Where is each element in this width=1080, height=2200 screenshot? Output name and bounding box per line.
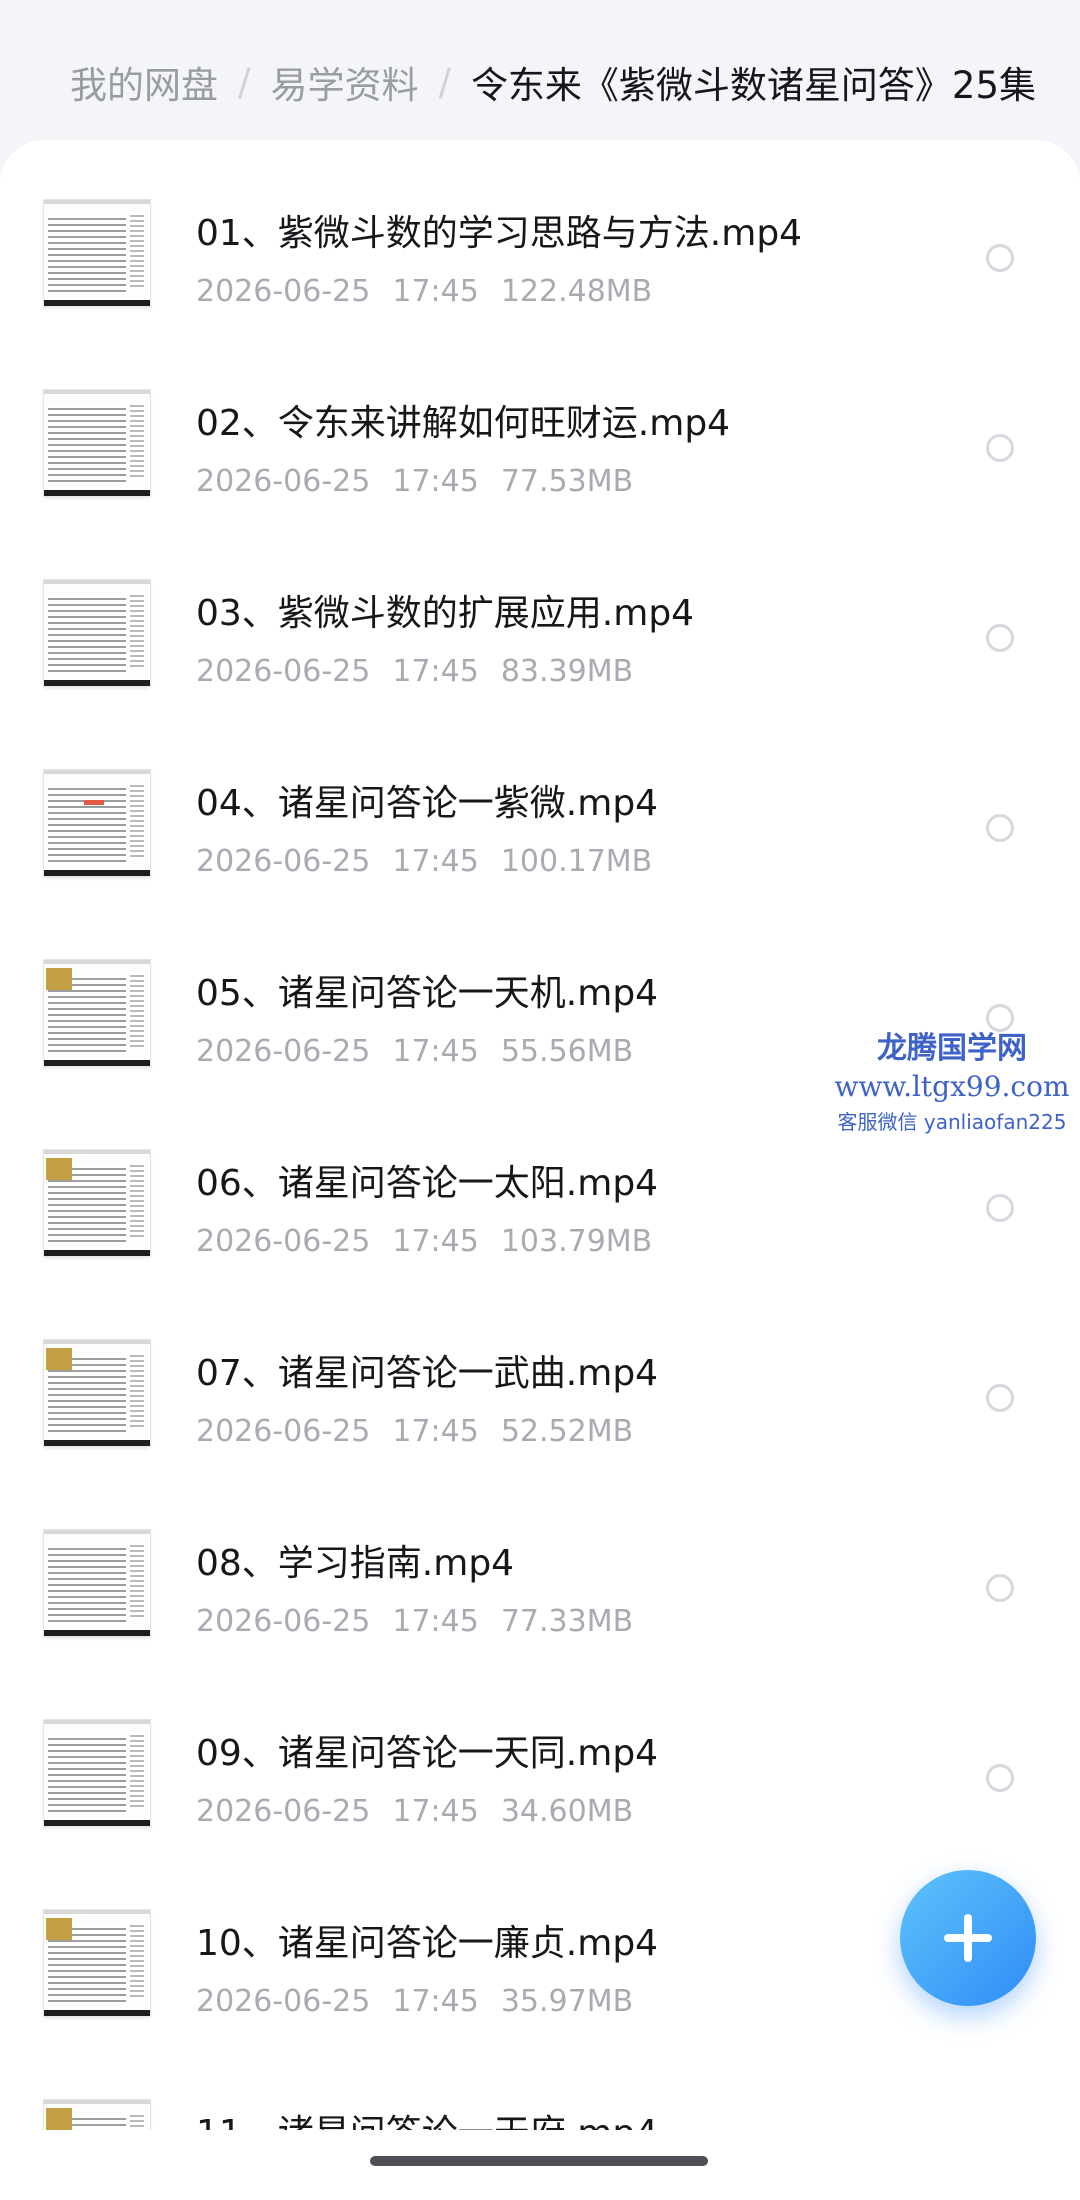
file-date: 2026-06-25 [196, 274, 371, 309]
file-time: 17:45 [392, 844, 479, 879]
file-date: 2026-06-25 [196, 1984, 371, 2019]
video-thumbnail [44, 390, 150, 496]
file-date: 2026-06-25 [196, 464, 371, 499]
video-thumbnail [44, 1340, 150, 1446]
breadcrumb-separator: / [438, 60, 451, 104]
file-time: 17:45 [392, 1034, 479, 1069]
file-name: 05、诸星问答论一天机.mp4 [196, 973, 659, 1014]
file-name: 11、诸星问答论一天府.mp4 [196, 2112, 658, 2130]
select-checkbox[interactable] [986, 244, 1014, 272]
file-size: 122.48MB [500, 274, 653, 309]
file-name: 07、诸星问答论一武曲.mp4 [196, 1353, 659, 1394]
file-time: 17:45 [392, 1794, 479, 1829]
file-size: 100.17MB [500, 844, 653, 879]
select-checkbox[interactable] [986, 624, 1014, 652]
file-date: 2026-06-25 [196, 1034, 371, 1069]
file-name: 08、学习指南.mp4 [196, 1543, 515, 1584]
file-meta: 2026-06-25 17:45 122.48MB [196, 274, 652, 310]
file-name: 03、紫微斗数的扩展应用.mp4 [196, 593, 695, 634]
video-thumbnail [44, 1530, 150, 1636]
select-checkbox[interactable] [986, 814, 1014, 842]
breadcrumb-item-current: 令东来《紫微斗数诸星问答》25集 [470, 64, 1037, 107]
file-name: 09、诸星问答论一天同.mp4 [196, 1733, 659, 1774]
watermark-url: www.ltgx99.com [834, 1070, 1070, 1103]
file-name: 02、令东来讲解如何旺财运.mp4 [196, 403, 731, 444]
select-checkbox[interactable] [986, 1764, 1014, 1792]
file-time: 17:45 [392, 1414, 479, 1449]
select-checkbox[interactable] [986, 1004, 1014, 1032]
file-size: 83.39MB [500, 654, 634, 689]
file-row[interactable]: 07、诸星问答论一武曲.mp4 2026-06-25 17:45 52.52MB [0, 1280, 1080, 1470]
select-checkbox[interactable] [986, 1194, 1014, 1222]
video-thumbnail [44, 2100, 150, 2130]
file-meta: 2026-06-25 17:45 83.39MB [196, 654, 633, 690]
file-meta: 2026-06-25 17:45 77.33MB [196, 1604, 633, 1640]
file-date: 2026-06-25 [196, 1414, 371, 1449]
video-thumbnail [44, 1150, 150, 1256]
file-meta: 2026-06-25 17:45 55.56MB [196, 1034, 633, 1070]
video-thumbnail [44, 200, 150, 306]
breadcrumb-item-folder[interactable]: 易学资料 [270, 55, 418, 109]
file-row[interactable]: 09、诸星问答论一天同.mp4 2026-06-25 17:45 34.60MB [0, 1660, 1080, 1850]
file-meta: 2026-06-25 17:45 52.52MB [196, 1414, 633, 1450]
file-date: 2026-06-25 [196, 844, 371, 879]
video-thumbnail [44, 1720, 150, 1826]
breadcrumb-separator: / [238, 60, 251, 104]
file-time: 17:45 [392, 464, 479, 499]
file-date: 2026-06-25 [196, 1604, 371, 1639]
select-checkbox[interactable] [986, 434, 1014, 462]
file-name: 10、诸星问答论一廉贞.mp4 [196, 1923, 659, 1964]
file-name: 04、诸星问答论一紫微.mp4 [196, 783, 659, 824]
file-size: 34.60MB [500, 1794, 634, 1829]
watermark-contact: 客服微信 yanliaofan225 [837, 1110, 1067, 1134]
file-meta: 2026-06-25 17:45 35.97MB [196, 1984, 633, 2020]
select-checkbox[interactable] [986, 1384, 1014, 1412]
file-row[interactable]: 08、学习指南.mp4 2026-06-25 17:45 77.33MB [0, 1470, 1080, 1660]
file-meta: 2026-06-25 17:45 103.79MB [196, 1224, 652, 1260]
file-name: 01、紫微斗数的学习思路与方法.mp4 [196, 213, 803, 254]
breadcrumb: 我的网盘 / 易学资料 / 令东来《紫微斗数诸星问答》25集 [70, 52, 1036, 112]
file-row[interactable]: 11、诸星问答论一天府.mp42026-06-2517:45 [0, 2040, 1080, 2130]
watermark-title: 龙腾国学网 [877, 1031, 1027, 1066]
file-meta: 2026-06-25 17:45 100.17MB [196, 844, 652, 880]
watermark: 龙腾国学网 www.ltgx99.com 客服微信 yanliaofan225 [832, 1030, 1072, 1160]
file-time: 17:45 [392, 654, 479, 689]
plus-icon [944, 1914, 992, 1962]
file-name: 06、诸星问答论一太阳.mp4 [196, 1163, 659, 1204]
video-thumbnail [44, 1910, 150, 2016]
video-thumbnail [44, 960, 150, 1066]
video-thumbnail [44, 770, 150, 876]
select-checkbox[interactable] [986, 1574, 1014, 1602]
file-date: 2026-06-25 [196, 1224, 371, 1259]
file-size: 52.52MB [500, 1414, 634, 1449]
add-button[interactable] [900, 1870, 1036, 2006]
file-date: 2026-06-25 [196, 1794, 371, 1829]
video-thumbnail [44, 580, 150, 686]
file-size: 103.79MB [500, 1224, 653, 1259]
file-meta: 2026-06-25 17:45 34.60MB [196, 1794, 633, 1830]
file-size: 77.53MB [500, 464, 634, 499]
file-time: 17:45 [392, 1224, 479, 1259]
file-row[interactable]: 01、紫微斗数的学习思路与方法.mp4 2026-06-25 17:45 122.48… [0, 140, 1080, 330]
file-size: 77.33MB [500, 1604, 634, 1639]
file-row[interactable]: 03、紫微斗数的扩展应用.mp4 2026-06-25 17:45 83.39MB [0, 520, 1080, 710]
file-time: 17:45 [392, 1984, 479, 2019]
file-date: 2026-06-25 [196, 654, 371, 689]
file-row[interactable]: 02、令东来讲解如何旺财运.mp4 2026-06-25 17:45 77.53MB [0, 330, 1080, 520]
file-row[interactable]: 04、诸星问答论一紫微.mp4 2026-06-25 17:45 100.17MB [0, 710, 1080, 900]
file-meta: 2026-06-25 17:45 77.53MB [196, 464, 633, 500]
file-size: 55.56MB [500, 1034, 634, 1069]
breadcrumb-item-my-drive[interactable]: 我的网盘 [70, 55, 218, 109]
file-time: 17:45 [392, 1604, 479, 1639]
file-size: 35.97MB [500, 1984, 634, 2019]
home-indicator[interactable] [370, 2156, 708, 2166]
file-time: 17:45 [392, 274, 479, 309]
